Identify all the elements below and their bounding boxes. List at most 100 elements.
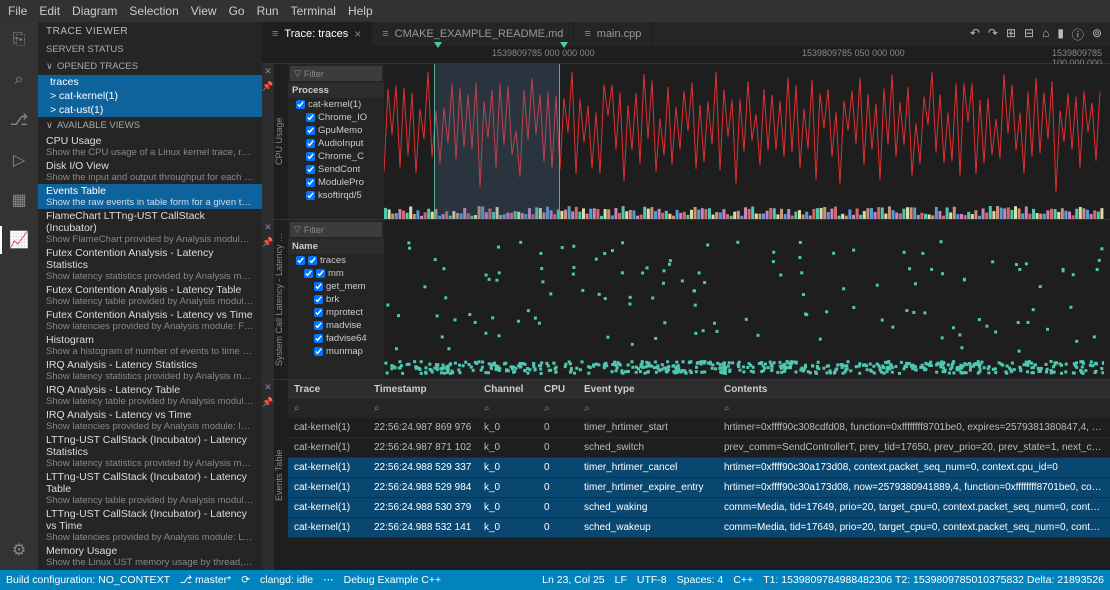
status-item[interactable]: Build configuration: NO_CONTEXT	[6, 574, 170, 586]
menu-selection[interactable]: Selection	[129, 4, 178, 18]
tree-row[interactable]: ModulePro	[288, 176, 384, 189]
column-header[interactable]: Timestamp	[368, 382, 478, 397]
menu-diagram[interactable]: Diagram	[72, 4, 117, 18]
view-item[interactable]: IRQ Analysis - Latency vs TimeShow laten…	[38, 408, 262, 433]
view-item[interactable]: Events TableShow the raw events in table…	[38, 184, 262, 209]
editor-tab[interactable]: ≡CMAKE_EXAMPLE_README.md	[372, 22, 574, 46]
extensions-icon[interactable]: ▦	[7, 188, 31, 212]
status-item[interactable]: T1: 1539809784988482306 T2: 153980978501…	[763, 574, 1104, 586]
column-header[interactable]: CPU	[538, 382, 578, 397]
view-item[interactable]: LTTng-UST CallStack (Incubator) - Latenc…	[38, 507, 262, 544]
view-item[interactable]: Memory UsageShow the Linux UST memory us…	[38, 544, 262, 569]
timeline-header[interactable]: 1539809785 000 000 000 1539809785 050 00…	[262, 46, 1110, 64]
status-item[interactable]: Ln 23, Col 25	[542, 574, 604, 586]
column-filter[interactable]: ⌕	[368, 401, 478, 416]
marker-start-icon[interactable]	[434, 42, 442, 48]
editor-tab[interactable]: ≡main.cpp	[574, 22, 652, 46]
redo-icon[interactable]: ↷	[988, 26, 998, 43]
event-row[interactable]: cat-kernel(1)22:56:24.988 529 337k_00tim…	[288, 458, 1110, 478]
tree-row[interactable]: madvise	[288, 319, 384, 332]
debug-icon[interactable]: ▷	[7, 148, 31, 172]
event-row[interactable]: cat-kernel(1)22:56:24.988 530 379k_00sch…	[288, 498, 1110, 518]
tree-row[interactable]: Chrome_C	[288, 150, 384, 163]
syscall-chart[interactable]	[384, 220, 1110, 379]
syscall-filter-input[interactable]: ▽ Filter	[290, 222, 382, 237]
zoom-in-icon[interactable]: ⊞	[1006, 26, 1016, 43]
column-header[interactable]: Trace	[288, 382, 368, 397]
column-filter[interactable]: ⌕	[578, 401, 718, 416]
column-filter[interactable]: ⌕	[288, 401, 368, 416]
opened-traces-hdr[interactable]: ∨ OPENED TRACES	[38, 58, 262, 75]
view-item[interactable]: IRQ Analysis - Latency StatisticsShow la…	[38, 358, 262, 383]
editor-tab[interactable]: ≡Trace: traces×	[262, 22, 372, 46]
menu-help[interactable]: Help	[348, 4, 373, 18]
close-pane-icon[interactable]: ✕	[264, 222, 272, 233]
view-item[interactable]: Futex Contention Analysis - Latency Tabl…	[38, 283, 262, 308]
menu-run[interactable]: Run	[257, 4, 279, 18]
files-icon[interactable]: ⎘	[7, 28, 31, 52]
opened-trace-group[interactable]: traces > cat-kernel(1) > cat-ust(1)	[38, 75, 262, 117]
event-row[interactable]: cat-kernel(1)22:56:24.988 529 984k_00tim…	[288, 478, 1110, 498]
tree-row[interactable]: mprotect	[288, 306, 384, 319]
close-pane-icon[interactable]: ✕	[264, 66, 272, 77]
status-item[interactable]: clangd: idle	[260, 574, 313, 586]
column-header[interactable]: Contents	[718, 382, 1110, 397]
status-item[interactable]: Spaces: 4	[677, 574, 724, 586]
column-filter[interactable]: ⌕	[538, 401, 578, 416]
tree-row[interactable]: GpuMemo	[288, 124, 384, 137]
search-icon[interactable]: ⌕	[7, 68, 31, 92]
menu-file[interactable]: File	[8, 4, 27, 18]
menu-edit[interactable]: Edit	[39, 4, 60, 18]
column-header[interactable]: Channel	[478, 382, 538, 397]
menu-go[interactable]: Go	[229, 4, 245, 18]
pin-icon[interactable]: 📌	[262, 397, 273, 408]
tree-row[interactable]: get_mem	[288, 280, 384, 293]
status-item[interactable]: Debug Example C++	[344, 574, 441, 586]
settings-icon[interactable]: ⚙	[7, 538, 31, 562]
available-views-hdr[interactable]: ∨ AVAILABLE VIEWS	[38, 117, 262, 134]
column-filter[interactable]: ⌕	[478, 401, 538, 416]
marker-end-icon[interactable]	[560, 42, 568, 48]
view-item[interactable]: LTTng-UST CallStack (Incubator) - Latenc…	[38, 470, 262, 507]
status-item[interactable]: UTF-8	[637, 574, 667, 586]
view-item[interactable]: IRQ Analysis - Latency TableShow latency…	[38, 383, 262, 408]
column-filter[interactable]: ⌕	[718, 401, 1110, 416]
status-item[interactable]: ⟳	[241, 574, 250, 586]
view-item[interactable]: Futex Contention Analysis - Latency vs T…	[38, 308, 262, 333]
trace-viewer-icon[interactable]: 📈	[7, 228, 31, 252]
view-item[interactable]: Futex Contention Analysis - Latency Stat…	[38, 246, 262, 283]
server-status-hdr[interactable]: SERVER STATUS	[38, 41, 262, 58]
scm-icon[interactable]: ⎇	[7, 108, 31, 132]
column-header[interactable]: Event type	[578, 382, 718, 397]
view-item[interactable]: HistogramShow a histogram of number of e…	[38, 333, 262, 358]
status-item[interactable]: C++	[733, 574, 753, 586]
cpu-chart[interactable]	[384, 64, 1110, 219]
tree-row[interactable]: brk	[288, 293, 384, 306]
info-icon[interactable]: ⓘ	[1072, 26, 1084, 43]
view-item[interactable]: FlameChart LTTng-UST CallStack (Incubato…	[38, 209, 262, 246]
tree-row[interactable]: ksoftirqd/5	[288, 189, 384, 202]
chart-icon[interactable]: ▮	[1057, 26, 1064, 43]
event-row[interactable]: cat-kernel(1)22:56:24.987 871 102k_00sch…	[288, 438, 1110, 458]
tree-row[interactable]: AudioInput	[288, 137, 384, 150]
tree-row[interactable]: SendCont	[288, 163, 384, 176]
tree-row[interactable]: mm	[288, 267, 384, 280]
view-item[interactable]: CPU UsageShow the CPU usage of a Linux k…	[38, 134, 262, 159]
pin-icon[interactable]: 📌	[262, 81, 273, 92]
pin-icon[interactable]: 📌	[262, 237, 273, 248]
close-tab-icon[interactable]: ×	[354, 27, 361, 41]
status-item[interactable]: ⋯	[323, 574, 334, 586]
status-item[interactable]: LF	[615, 574, 627, 586]
menu-view[interactable]: View	[191, 4, 217, 18]
view-item[interactable]: Memory UsageShow the relative memory usa…	[38, 569, 262, 570]
undo-icon[interactable]: ↶	[970, 26, 980, 43]
tree-row[interactable]: fadvise64	[288, 332, 384, 345]
more-icon[interactable]: ⊚	[1092, 26, 1102, 43]
tree-row[interactable]: cat-kernel(1)	[288, 98, 384, 111]
cpu-filter-input[interactable]: ▽ Filter	[290, 66, 382, 81]
zoom-out-icon[interactable]: ⊟	[1024, 26, 1034, 43]
tree-row[interactable]: traces	[288, 254, 384, 267]
tree-row[interactable]: Chrome_IO	[288, 111, 384, 124]
menu-terminal[interactable]: Terminal	[291, 4, 336, 18]
home-icon[interactable]: ⌂	[1042, 26, 1049, 43]
